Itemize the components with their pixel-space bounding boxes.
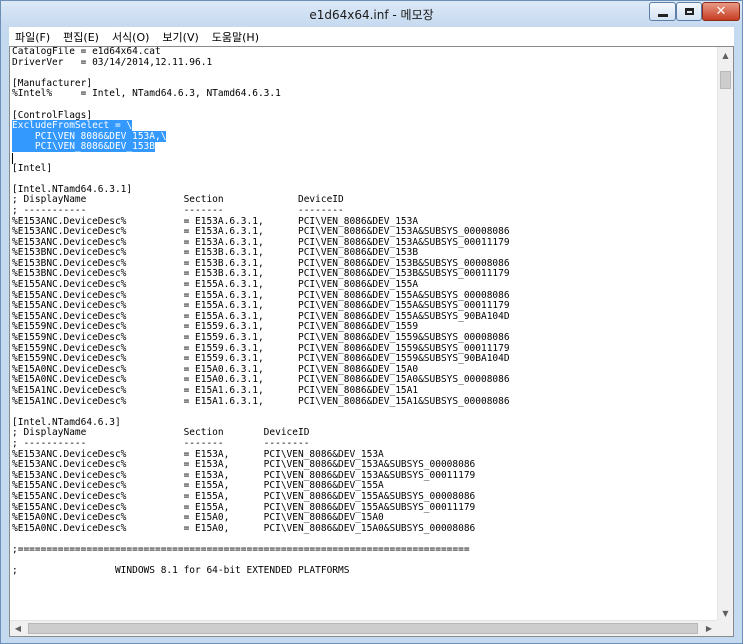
text-line-content: %Intel% = Intel, NTamd64.6.3, NTamd64.6.… <box>12 88 281 100</box>
text-line-content: %E1559NC.DeviceDesc% = E1559.6.3.1, PCI\… <box>12 353 510 365</box>
scroll-left-button[interactable]: ◀ <box>10 621 26 636</box>
text-line-content: %E15A0NC.DeviceDesc% = E15A0.6.3.1, PCI\… <box>12 374 510 386</box>
text-line: %E15A1NC.DeviceDesc% = E15A1.6.3.1, PCI\… <box>12 395 719 408</box>
text-line-content: ; ----------- ------- -------- <box>12 204 344 216</box>
text-line-content: %E1559NC.DeviceDesc% = E1559.6.3.1, PCI\… <box>12 321 419 333</box>
text-line: ; WINDOWS 8.1 for 64-bit EXTENDED PLATFO… <box>12 565 719 577</box>
text-line-content: [Manufacturer] <box>12 77 93 89</box>
text-line: DriverVer = 03/14/2014,12.11.96.1 <box>12 56 719 69</box>
menu-view[interactable]: 보기(V) <box>156 29 204 45</box>
text-line-content: %E15A1NC.DeviceDesc% = E15A1.6.3.1, PCI\… <box>12 385 419 396</box>
text-line-content: %E15A0NC.DeviceDesc% = E15A0, PCI\VEN_80… <box>12 522 476 534</box>
menu-help[interactable]: 도움말(H) <box>206 29 265 45</box>
close-icon: ✕ <box>715 4 727 19</box>
text-line-content: %E155ANC.DeviceDesc% = E155A, PCI\VEN_80… <box>12 490 476 502</box>
text-line-content: %E153BNC.DeviceDesc% = E153B.6.3.1, PCI\… <box>12 257 510 269</box>
arrow-right-icon: ▶ <box>705 624 713 633</box>
vertical-scrollbar[interactable]: ▲ ▼ <box>717 47 733 621</box>
close-button[interactable]: ✕ <box>702 2 740 21</box>
text-line: %E15A0NC.DeviceDesc% = E15A0, PCI\VEN_80… <box>12 522 719 535</box>
text-line-content: ExcludeFromSelect = \ <box>12 120 133 132</box>
arrow-left-icon: ◀ <box>14 624 22 633</box>
text-line-content: %E155ANC.DeviceDesc% = E155A.6.3.1, PCI\… <box>12 310 510 322</box>
text-line-content: CatalogFile = e1d64x64.cat <box>12 47 161 57</box>
text-line-content: %E153BNC.DeviceDesc% = E153B.6.3.1, PCI\… <box>12 268 510 280</box>
text-line-content: ; DisplayName Section DeviceID <box>12 427 310 439</box>
text-line: ;=======================================… <box>12 543 719 556</box>
text-line: [Intel] <box>12 162 719 175</box>
text-line-content: ; DisplayName Section DeviceID <box>12 194 344 206</box>
arrow-up-icon: ▲ <box>722 50 729 60</box>
text-line-content: [Intel] <box>12 162 53 174</box>
text-line-content: ;=======================================… <box>12 543 470 555</box>
notepad-window: e1d64x64.inf - 메모장 ✕ 파일(F) 편집(E) 서식(O) 보… <box>0 0 743 644</box>
menu-bar: 파일(F) 편집(E) 서식(O) 보기(V) 도움말(H) <box>9 27 734 47</box>
text-line-content: %E15A1NC.DeviceDesc% = E15A1.6.3.1, PCI\… <box>12 395 510 407</box>
text-line-content: %E155ANC.DeviceDesc% = E155A, PCI\VEN_80… <box>12 480 384 492</box>
text-line-content: %E1559NC.DeviceDesc% = E1559.6.3.1, PCI\… <box>12 332 510 344</box>
horizontal-scrollbar[interactable]: ◀ ▶ <box>10 620 717 636</box>
text-line-content: ; WINDOWS 8.1 for 64-bit EXTENDED PLATFO… <box>12 565 350 577</box>
menu-format[interactable]: 서식(O) <box>106 29 155 45</box>
scroll-up-button[interactable]: ▲ <box>718 47 733 63</box>
arrow-down-icon: ▼ <box>722 608 729 618</box>
text-line-content: [Intel.NTamd64.6.3.1] <box>12 183 133 195</box>
size-grip[interactable] <box>717 620 733 636</box>
maximize-button[interactable] <box>676 2 702 21</box>
text-line <box>12 153 719 164</box>
scroll-right-button[interactable]: ▶ <box>701 621 717 636</box>
text-line-content: %E1559NC.DeviceDesc% = E1559.6.3.1, PCI\… <box>12 342 510 354</box>
text-line <box>12 100 719 111</box>
text-line-content: %E153ANC.DeviceDesc% = E153A.6.3.1, PCI\… <box>12 236 510 248</box>
text-line-content: %E153ANC.DeviceDesc% = E153A, PCI\VEN_80… <box>12 448 384 460</box>
text-line-content: %E155ANC.DeviceDesc% = E155A.6.3.1, PCI\… <box>12 279 419 291</box>
title-bar[interactable]: e1d64x64.inf - 메모장 ✕ <box>1 1 742 27</box>
vertical-scroll-thumb[interactable] <box>720 71 731 89</box>
text-line-content: DriverVer = 03/14/2014,12.11.96.1 <box>12 56 213 68</box>
text-line-content: ; ----------- ------- -------- <box>12 437 310 449</box>
text-line-content: %E153ANC.DeviceDesc% = E153A.6.3.1, PCI\… <box>12 226 510 238</box>
minimize-button[interactable] <box>649 2 676 21</box>
text-line-content: PCI\VEN_8086&DEV_153A,\ <box>12 130 167 142</box>
menu-file[interactable]: 파일(F) <box>9 29 56 45</box>
text-line-content: [ControlFlags] <box>12 109 93 121</box>
window-title: e1d64x64.inf - 메모장 <box>309 8 434 22</box>
horizontal-scroll-thumb[interactable] <box>28 623 698 634</box>
menu-edit[interactable]: 편집(E) <box>57 29 105 45</box>
text-line: %Intel% = Intel, NTamd64.6.3, NTamd64.6.… <box>12 89 719 100</box>
text-line-content: %E155ANC.DeviceDesc% = E155A.6.3.1, PCI\… <box>12 289 510 301</box>
text-line-content: %E153ANC.DeviceDesc% = E153A, PCI\VEN_80… <box>12 469 476 481</box>
text-caret <box>12 153 13 164</box>
text-content[interactable]: CatalogFile = e1d64x64.cat DriverVer = 03… <box>12 47 719 622</box>
scroll-down-button[interactable]: ▼ <box>718 605 733 621</box>
text-line-content: %E153ANC.DeviceDesc% = E153A.6.3.1, PCI\… <box>12 215 419 227</box>
text-line-content: %E155ANC.DeviceDesc% = E155A.6.3.1, PCI\… <box>12 300 510 312</box>
text-line: PCI\VEN_8086&DEV_153B <box>12 141 719 153</box>
text-line-content: %E15A0NC.DeviceDesc% = E15A0.6.3.1, PCI\… <box>12 363 419 375</box>
text-line-content: %E155ANC.DeviceDesc% = E155A, PCI\VEN_80… <box>12 501 476 513</box>
text-line-content: %E153BNC.DeviceDesc% = E153B.6.3.1, PCI\… <box>12 247 419 259</box>
text-line-content: PCI\VEN_8086&DEV_153B <box>12 141 155 153</box>
text-editor[interactable]: CatalogFile = e1d64x64.cat DriverVer = 03… <box>9 46 734 637</box>
maximize-icon <box>684 8 694 15</box>
text-line <box>12 68 719 79</box>
text-line-content: [Intel.NTamd64.6.3] <box>12 416 121 428</box>
text-line-content: %E153ANC.DeviceDesc% = E153A, PCI\VEN_80… <box>12 459 476 471</box>
minimize-icon <box>657 13 668 17</box>
text-line-content: %E15A0NC.DeviceDesc% = E15A0, PCI\VEN_80… <box>12 512 384 524</box>
